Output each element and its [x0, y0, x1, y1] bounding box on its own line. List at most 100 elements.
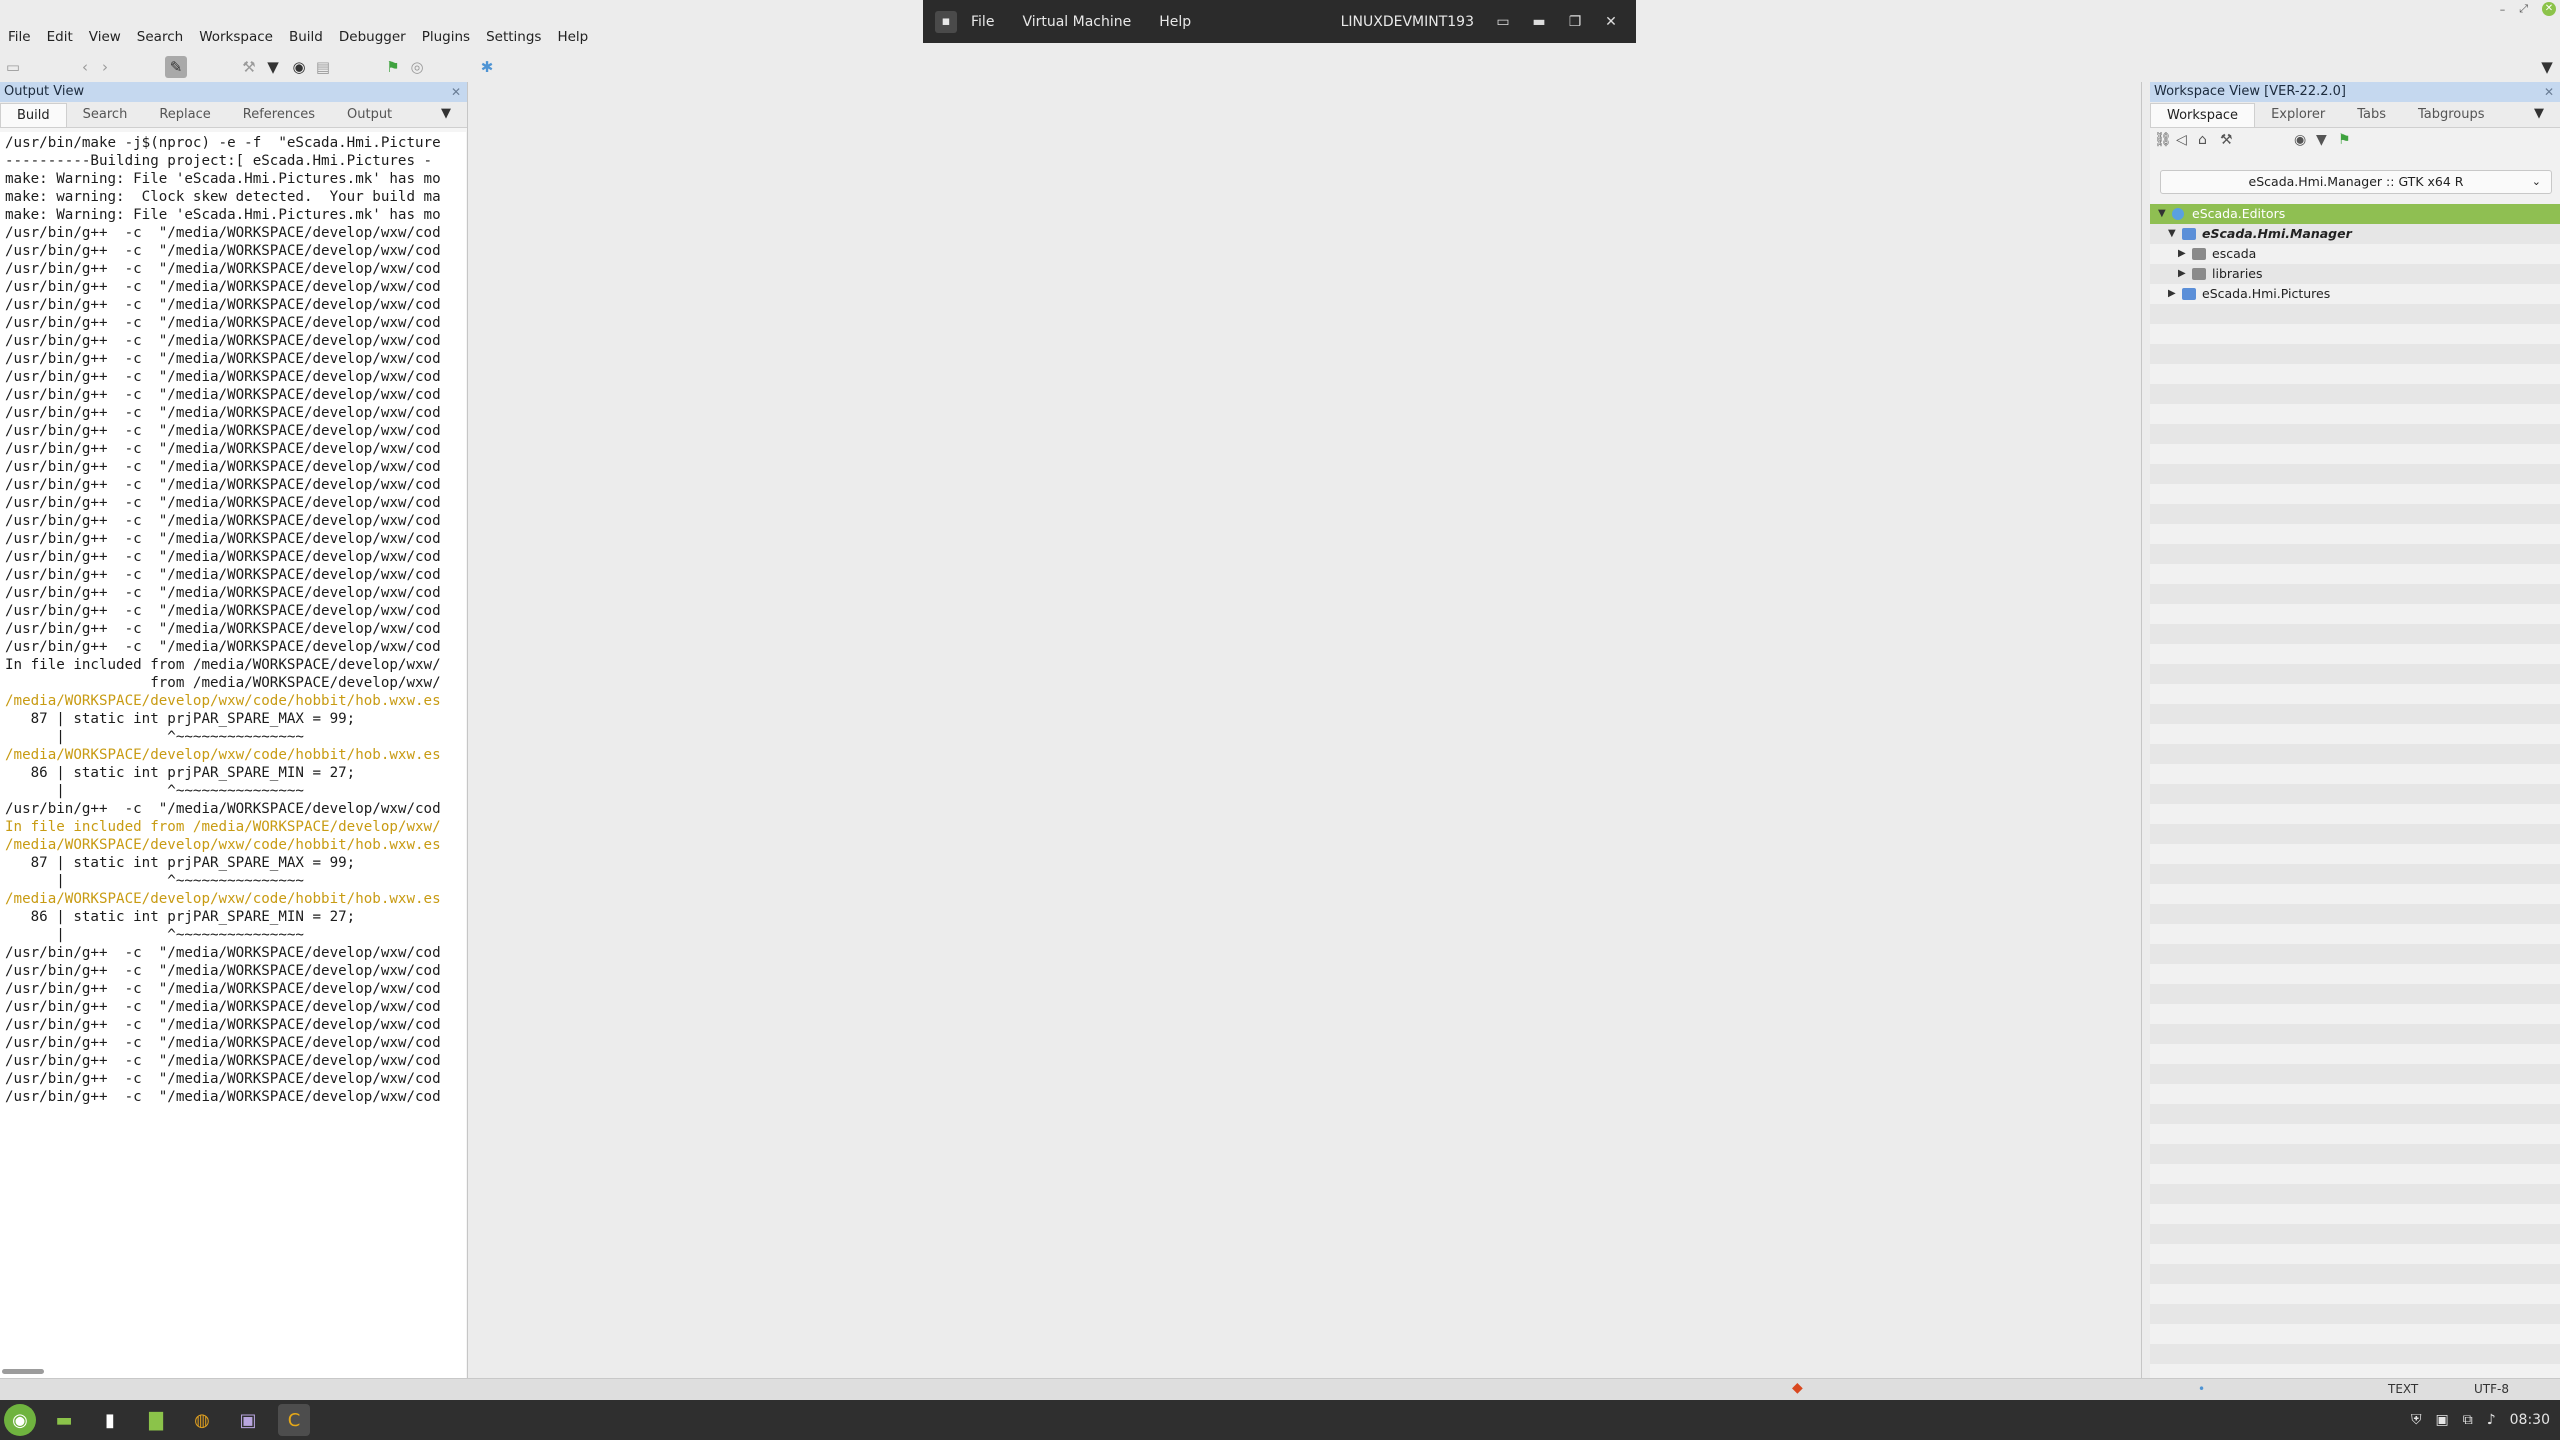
folder-icon: [2192, 248, 2206, 260]
tab-workspace[interactable]: Workspace: [2150, 103, 2256, 127]
tab-search[interactable]: Search: [67, 103, 144, 127]
maximize-icon[interactable]: ⤢: [2519, 2, 2528, 16]
stop-icon[interactable]: ◉: [2294, 132, 2306, 148]
tree-item[interactable]: ▶ eScada.Hmi.Pictures: [2150, 284, 2560, 304]
editor-area[interactable]: [470, 82, 2142, 1378]
toolbar-overflow-icon[interactable]: ▼: [2536, 56, 2558, 78]
tree-empty-row: [2150, 824, 2560, 844]
tree-empty-row: [2150, 464, 2560, 484]
menu-settings[interactable]: Settings: [478, 24, 549, 50]
run-icon[interactable]: ⚑: [2338, 132, 2351, 148]
tree-empty-row: [2150, 424, 2560, 444]
tree-item[interactable]: ▶ escada: [2150, 244, 2560, 264]
tree-empty-row: [2150, 644, 2560, 664]
build-dropdown-icon[interactable]: ▼: [262, 56, 284, 78]
edit-pencil-icon[interactable]: ✎: [165, 56, 187, 78]
network-icon[interactable]: ⧉: [2463, 1412, 2473, 1428]
build-log[interactable]: /usr/bin/make -j$(nproc) -e -f "eScada.H…: [0, 132, 466, 1382]
tree-item[interactable]: ▼ eScada.Editors: [2150, 204, 2560, 224]
save-icon[interactable]: ▭: [2, 56, 24, 78]
shield-icon[interactable]: ⛨: [2411, 1412, 2422, 1428]
clipboard-icon[interactable]: ▣: [2435, 1412, 2448, 1428]
log-line: /usr/bin/make -j$(nproc) -e -f "eScada.H…: [5, 135, 441, 151]
files-folder-icon[interactable]: ▇: [140, 1404, 172, 1436]
clock[interactable]: 08:30: [2510, 1412, 2550, 1428]
back-arrow-icon[interactable]: ‹: [74, 56, 96, 78]
tab-explorer[interactable]: Explorer: [2255, 103, 2341, 127]
menu-search[interactable]: Search: [129, 24, 191, 50]
show-desktop-icon[interactable]: ▬: [48, 1404, 80, 1436]
tab-tabgroups[interactable]: Tabgroups: [2402, 103, 2501, 127]
tree-empty-row: [2150, 784, 2560, 804]
tab-output[interactable]: Output: [331, 103, 408, 127]
log-line: /usr/bin/g++ -c "/media/WORKSPACE/develo…: [5, 1053, 441, 1069]
status-encoding[interactable]: UTF-8: [2474, 1382, 2509, 1396]
tree-empty-row: [2150, 624, 2560, 644]
chevron-right-icon[interactable]: ▶: [2178, 244, 2186, 264]
menu-debugger[interactable]: Debugger: [331, 24, 414, 50]
chevron-down-icon[interactable]: ▼: [2168, 224, 2176, 244]
settings-wrench-icon[interactable]: ⚒: [2220, 132, 2233, 148]
horizontal-scrollbar[interactable]: [2, 1369, 44, 1374]
project-folder-icon: [2182, 288, 2196, 300]
home-icon[interactable]: ⌂: [2198, 132, 2207, 148]
tab-tabs[interactable]: Tabs: [2341, 103, 2402, 127]
tree-empty-row: [2150, 1084, 2560, 1104]
chevron-down-icon[interactable]: ▼: [2158, 204, 2166, 224]
tree-empty-row: [2150, 1324, 2560, 1344]
menu-file[interactable]: File: [0, 24, 39, 50]
forward-arrow-icon[interactable]: ›: [94, 56, 116, 78]
tree-empty-row: [2150, 684, 2560, 704]
clean-icon[interactable]: ▤: [312, 56, 334, 78]
tree-item-label: eScada.Hmi.Pictures: [2202, 286, 2331, 301]
workspace-tabs: Workspace Explorer Tabs Tabgroups ▼: [2150, 102, 2560, 128]
log-line: /usr/bin/g++ -c "/media/WORKSPACE/develo…: [5, 801, 441, 817]
tree-item[interactable]: ▶ libraries: [2150, 264, 2560, 284]
close-icon[interactable]: ✕: [2544, 82, 2554, 102]
log-line: 87 | static int prjPAR_SPARE_MAX = 99;: [5, 855, 356, 871]
terminal-icon[interactable]: ▮: [94, 1404, 126, 1436]
tree-empty-row: [2150, 564, 2560, 584]
menu-help[interactable]: Help: [549, 24, 596, 50]
tab-replace[interactable]: Replace: [143, 103, 226, 127]
menu-build[interactable]: Build: [281, 24, 331, 50]
workspace-icon: [2172, 208, 2184, 220]
log-line: /usr/bin/g++ -c "/media/WORKSPACE/develo…: [5, 387, 441, 403]
system-tray: ⛨ ▣ ⧉ ♪ 08:30: [2411, 1400, 2550, 1440]
codelite-icon[interactable]: C: [278, 1404, 310, 1436]
tree-item[interactable]: ▼ eScada.Hmi.Manager: [2150, 224, 2560, 244]
tabs-menu-icon[interactable]: ▼: [2534, 106, 2544, 121]
debug-stop-icon[interactable]: ◎: [406, 56, 428, 78]
chevron-right-icon[interactable]: ▶: [2168, 284, 2176, 304]
tab-build[interactable]: Build: [0, 103, 67, 127]
volume-icon[interactable]: ♪: [2487, 1412, 2496, 1428]
close-icon[interactable]: ✕: [451, 82, 461, 102]
tab-references[interactable]: References: [227, 103, 331, 127]
log-line: 87 | static int prjPAR_SPARE_MAX = 99;: [5, 711, 356, 727]
link-editor-icon[interactable]: ⛓: [2154, 132, 2172, 148]
menu-workspace[interactable]: Workspace: [191, 24, 281, 50]
menu-edit[interactable]: Edit: [39, 24, 81, 50]
goto-active-icon[interactable]: ◁: [2176, 132, 2187, 148]
dropdown-icon[interactable]: ▼: [2316, 132, 2327, 148]
build-hammer-icon[interactable]: ⚒: [238, 56, 260, 78]
stop-icon[interactable]: ◉: [288, 56, 310, 78]
menu-view[interactable]: View: [81, 24, 129, 50]
tabs-menu-icon[interactable]: ▼: [441, 106, 451, 121]
chrome-icon[interactable]: ◍: [186, 1404, 218, 1436]
close-icon[interactable]: ✕: [2542, 2, 2556, 16]
mint-menu-icon[interactable]: ◉: [4, 1404, 36, 1436]
tree-item-label: escada: [2212, 246, 2257, 261]
menu-plugins[interactable]: Plugins: [414, 24, 478, 50]
build-config-select[interactable]: eScada.Hmi.Manager :: GTK x64 R ⌄: [2160, 170, 2552, 194]
minimize-icon[interactable]: –: [2500, 3, 2506, 16]
debugger-bug-icon[interactable]: ✱: [476, 56, 498, 78]
log-line: /usr/bin/g++ -c "/media/WORKSPACE/develo…: [5, 423, 441, 439]
text-editor-icon[interactable]: ▣: [232, 1404, 264, 1436]
diagnostic-diamond-icon[interactable]: ◆: [1792, 1380, 1803, 1396]
chevron-right-icon[interactable]: ▶: [2178, 264, 2186, 284]
log-line: /usr/bin/g++ -c "/media/WORKSPACE/develo…: [5, 495, 441, 511]
log-line: /usr/bin/g++ -c "/media/WORKSPACE/develo…: [5, 585, 441, 601]
log-line: | ^~~~~~~~~~~~~~~~: [5, 729, 304, 745]
run-icon[interactable]: ⚑: [382, 56, 404, 78]
